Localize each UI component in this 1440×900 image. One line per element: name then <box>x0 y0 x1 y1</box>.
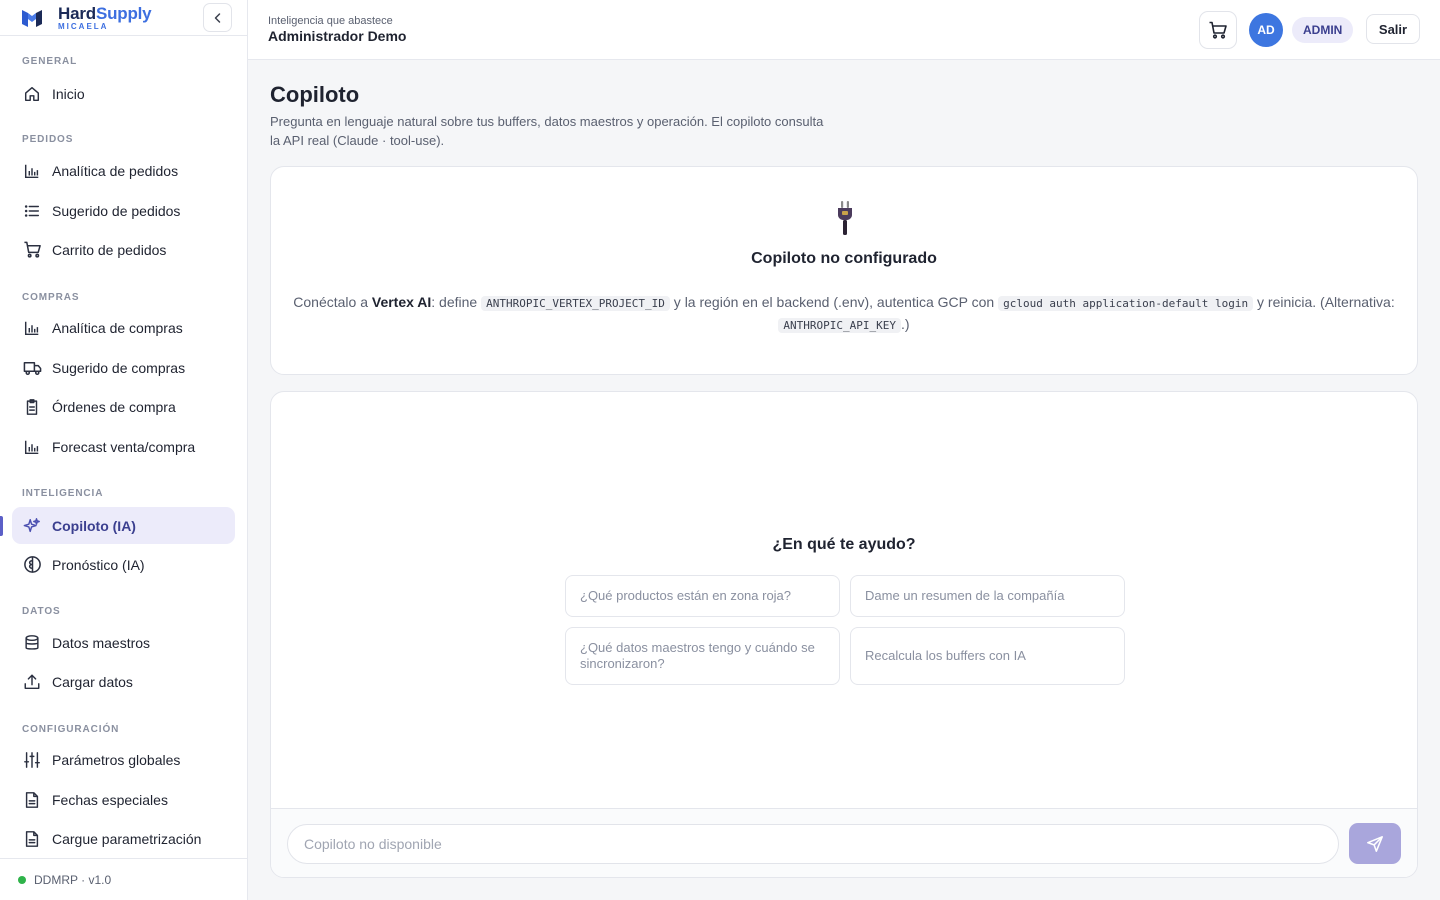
suggestion-button[interactable]: ¿Qué productos están en zona roja? <box>565 575 840 617</box>
gcloud-command: gcloud auth application-default login <box>998 296 1254 311</box>
send-button[interactable] <box>1349 823 1401 864</box>
brand-name: HardSupply <box>58 3 152 23</box>
logo-icon <box>22 9 42 27</box>
sidebar-item-label: Inicio <box>52 85 85 102</box>
active-indicator <box>0 516 3 536</box>
send-icon <box>1367 835 1383 852</box>
file-icon <box>22 790 42 810</box>
truck-icon <box>22 358 42 378</box>
bar-chart-icon <box>22 437 42 457</box>
chat-input[interactable] <box>287 824 1339 864</box>
suggestion-button[interactable]: Recalcula los buffers con IA <box>850 627 1125 685</box>
status-dot <box>18 875 26 884</box>
sidebar-item-carrito-pedidos[interactable]: Carrito de pedidos <box>12 231 235 268</box>
clipboard-icon <box>22 397 42 417</box>
suggestion-button[interactable]: ¿Qué datos maestros tengo y cuándo se si… <box>565 627 840 685</box>
sidebar-item-label: Cargue parametrización <box>52 830 202 847</box>
env-var-api-key: ANTHROPIC_API_KEY <box>778 318 902 333</box>
sidebar-item-label: Sugerido de compras <box>52 359 186 376</box>
database-icon <box>22 633 42 653</box>
sidebar-item-label: Parámetros globales <box>52 751 181 768</box>
logout-button[interactable]: Salir <box>1366 14 1420 44</box>
notice-title: Copiloto no configurado <box>751 250 937 267</box>
sidebar: HardSupply MICAELA GENERAL PEDIDOS COMPR… <box>0 0 248 900</box>
config-notice-card: Copiloto no configurado Conéctalo a Vert… <box>270 166 1418 375</box>
avatar[interactable]: AD <box>1249 13 1283 47</box>
section-label-pedidos: PEDIDOS <box>22 134 74 145</box>
env-var-project-id: ANTHROPIC_VERTEX_PROJECT_ID <box>481 296 670 311</box>
upload-icon <box>22 672 42 692</box>
sidebar-item-sugerido-compras[interactable]: Sugerido de compras <box>12 349 235 386</box>
sidebar-item-label: Pronóstico (IA) <box>52 556 145 573</box>
chat-card: ¿En qué te ayudo? ¿Qué productos están e… <box>270 391 1418 878</box>
sidebar-item-inicio[interactable]: Inicio <box>12 75 235 112</box>
sidebar-item-analitica-compras[interactable]: Analítica de compras <box>12 309 235 346</box>
sidebar-item-cargue-parametrizacion[interactable]: Cargue parametrización <box>12 820 235 857</box>
brand-subtitle: MICAELA <box>58 21 109 31</box>
brand: HardSupply MICAELA <box>0 0 247 36</box>
bar-chart-icon <box>22 318 42 338</box>
sidebar-item-pronostico[interactable]: Pronóstico (IA) <box>12 546 235 583</box>
sidebar-item-label: Analítica de pedidos <box>52 162 179 179</box>
sidebar-item-label: Órdenes de compra <box>52 398 176 415</box>
brain-icon <box>22 555 42 575</box>
notice-body: Conéctalo a Vertex AI: define ANTHROPIC_… <box>293 294 1395 333</box>
sidebar-item-sugerido-pedidos[interactable]: Sugerido de pedidos <box>12 192 235 229</box>
sliders-icon <box>22 750 42 770</box>
sidebar-item-parametros[interactable]: Parámetros globales <box>12 741 235 778</box>
list-icon <box>22 201 42 221</box>
page-description: Pregunta en lenguaje natural sobre tus b… <box>270 114 824 148</box>
plug-icon <box>838 201 852 235</box>
sidebar-item-fechas-especiales[interactable]: Fechas especiales <box>12 781 235 818</box>
sidebar-item-datos-maestros[interactable]: Datos maestros <box>12 624 235 661</box>
sidebar-item-label: Carrito de pedidos <box>52 241 167 258</box>
chat-input-bar <box>271 808 1417 877</box>
section-label-configuracion: CONFIGURACIÓN <box>22 724 120 735</box>
sidebar-item-cargar-datos[interactable]: Cargar datos <box>12 663 235 700</box>
page-title: Copiloto <box>270 82 360 107</box>
header-subtitle: Inteligencia que abastece <box>268 15 393 27</box>
suggestion-button[interactable]: Dame un resumen de la compañía <box>850 575 1125 617</box>
section-label-compras: COMPRAS <box>22 292 80 303</box>
version-label: DDMRP · v1.0 <box>34 872 112 887</box>
sidebar-item-label: Analítica de compras <box>52 319 183 336</box>
sidebar-item-analitica-pedidos[interactable]: Analítica de pedidos <box>12 152 235 189</box>
header-title: Administrador Demo <box>268 28 407 44</box>
role-badge: ADMIN <box>1292 17 1354 43</box>
chevron-left-icon <box>214 12 220 23</box>
file-icon <box>22 829 42 849</box>
sidebar-item-label: Datos maestros <box>52 634 151 651</box>
top-header: Inteligencia que abastece Administrador … <box>248 0 1440 60</box>
sidebar-item-forecast[interactable]: Forecast venta/compra <box>12 428 235 465</box>
sidebar-item-ordenes-compra[interactable]: Órdenes de compra <box>12 388 235 425</box>
cart-icon <box>22 240 42 260</box>
sidebar-item-label: Sugerido de pedidos <box>52 202 181 219</box>
section-label-inteligencia: INTELIGENCIA <box>22 488 104 499</box>
chat-empty-title: ¿En qué te ayudo? <box>772 536 916 553</box>
sparkles-icon <box>22 516 42 536</box>
sidebar-footer: DDMRP · v1.0 <box>0 858 247 900</box>
sidebar-item-label: Fechas especiales <box>52 791 168 808</box>
section-label-datos: DATOS <box>22 606 61 617</box>
sidebar-item-label: Forecast venta/compra <box>52 438 196 455</box>
home-icon <box>22 84 42 104</box>
section-label-general: GENERAL <box>22 56 78 67</box>
sidebar-item-copiloto[interactable]: Copiloto (IA) <box>12 507 235 544</box>
cart-icon <box>1209 21 1227 39</box>
sidebar-item-label: Cargar datos <box>52 673 133 690</box>
collapse-sidebar-button[interactable] <box>203 3 232 32</box>
bar-chart-icon <box>22 161 42 181</box>
sidebar-item-label: Copiloto (IA) <box>52 517 136 534</box>
cart-button[interactable] <box>1199 11 1237 49</box>
